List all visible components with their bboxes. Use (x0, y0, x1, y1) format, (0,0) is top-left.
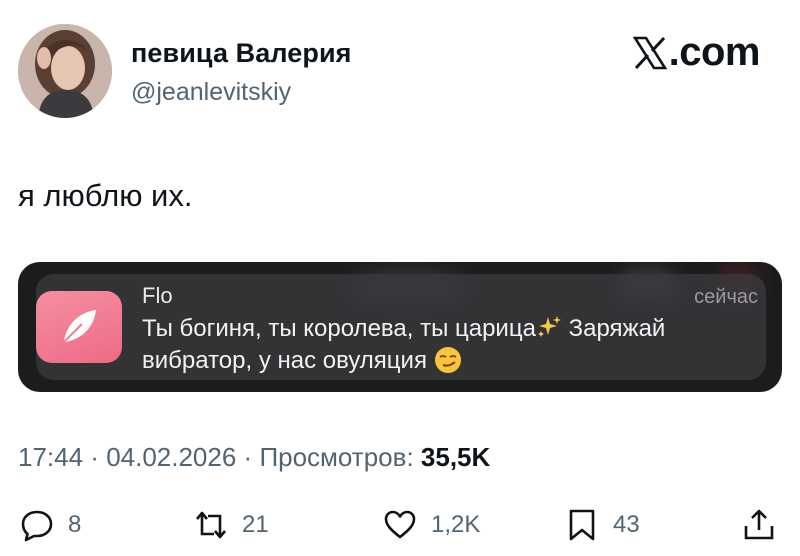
tweet-time: 17:44 (18, 442, 84, 472)
avatar-photo (18, 24, 112, 118)
tweet-text: я люблю их. (18, 178, 193, 213)
notification-time: сейчас (694, 286, 758, 308)
notification-app-name: Flo (142, 283, 173, 308)
flo-feather-icon (63, 310, 96, 343)
smirk-emoji (434, 347, 461, 373)
tweet-date: 04.02.2026 (106, 442, 237, 472)
repost-icon (196, 511, 226, 539)
views-count: 35,5K (420, 442, 491, 472)
action-bar: 8 21 1,2K 43 (0, 500, 800, 556)
views-label: Просмотров: (259, 442, 421, 472)
tweet-meta: 17:44 · 04.02.2026 · Просмотров: 35,5K (18, 442, 490, 473)
bookmark-icon (569, 509, 595, 541)
reply-count: 8 (68, 511, 82, 538)
like-count: 1,2K (431, 511, 481, 538)
x-logo-icon (632, 36, 667, 69)
brand-label: .com (668, 30, 761, 74)
notification-text-part1: Ты богиня, ты королева, ты царица (142, 315, 536, 342)
reply-button[interactable]: 8 (20, 508, 81, 542)
meta-separator: · (236, 442, 260, 472)
share-button[interactable] (742, 508, 776, 542)
like-button[interactable]: 1,2K (383, 508, 480, 542)
author-name[interactable]: певица Валерия (131, 38, 352, 69)
bookmark-button[interactable]: 43 (565, 508, 640, 542)
notification-body: Ты богиня, ты королева, ты царица Заряжа… (142, 313, 752, 377)
repost-button[interactable]: 21 (194, 508, 269, 542)
author-handle[interactable]: @jeanlevitskiy (131, 78, 291, 107)
share-icon (744, 509, 774, 540)
brand-watermark: .com (632, 30, 761, 75)
avatar[interactable] (18, 24, 112, 118)
repost-count: 21 (242, 511, 269, 538)
bookmark-count: 43 (613, 511, 640, 538)
meta-separator: · (83, 442, 107, 472)
reply-icon (21, 510, 53, 542)
heart-icon (384, 510, 416, 539)
sparkles-emoji (537, 316, 561, 337)
flo-app-icon (36, 291, 122, 363)
